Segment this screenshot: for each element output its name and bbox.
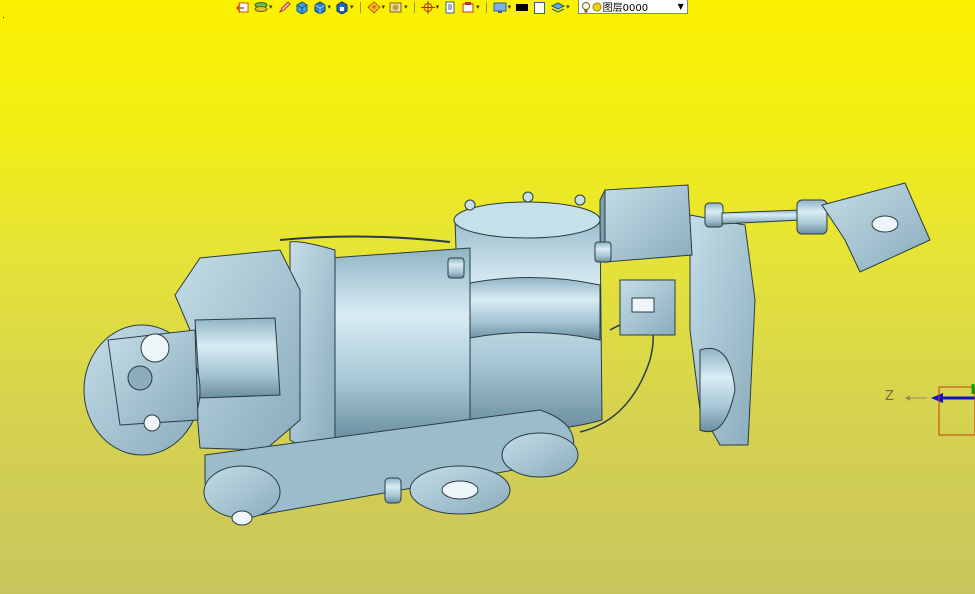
terminal-box (604, 184, 693, 263)
robot-joint-model[interactable] (0, 0, 975, 594)
pinion-gear (140, 333, 170, 363)
3d-viewport[interactable]: ▾ ▾ ▾ ▾ ▾ ▾ ▾ ▾ ▾ 图层0000 ▼ Z (0, 0, 975, 594)
reducer-top (453, 201, 601, 239)
bolt-head (574, 194, 586, 206)
cable (721, 209, 801, 225)
axis-triad (905, 384, 975, 436)
bolt-head (522, 191, 534, 203)
bolt-head (464, 199, 476, 211)
encoder-connector (631, 297, 655, 313)
driven-pulley (501, 432, 579, 478)
reducer-ring (459, 277, 601, 341)
pivot-block (194, 317, 281, 399)
tensioner-hub (441, 480, 479, 500)
idler-pin (384, 477, 402, 504)
axis-z-label: Z (885, 389, 894, 404)
cable-gland (704, 202, 724, 228)
bolt-head (143, 414, 161, 432)
mount-boss (447, 257, 465, 279)
spur-gear (127, 365, 153, 391)
mount-boss (594, 241, 612, 263)
wire (279, 235, 451, 243)
drive-pulley (203, 465, 281, 519)
connector-cap (871, 215, 899, 233)
pulley-hub (231, 510, 253, 526)
